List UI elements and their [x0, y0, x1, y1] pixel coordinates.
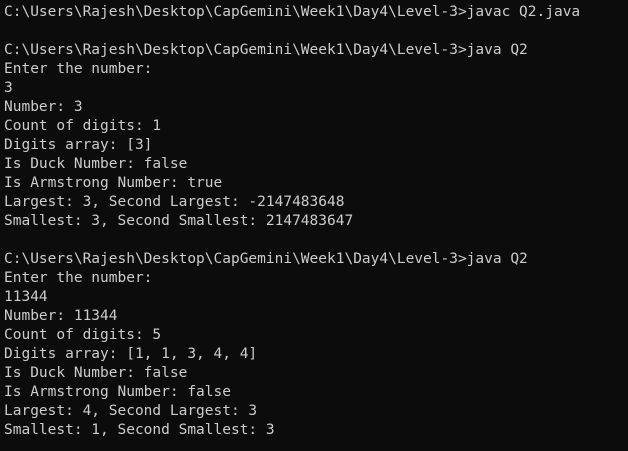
output-line: Is Armstrong Number: true	[4, 175, 223, 191]
output-line: Is Duck Number: false	[4, 156, 188, 172]
output-line: Enter the number:	[4, 270, 153, 286]
output-line: Is Armstrong Number: false	[4, 384, 231, 400]
output-line: Count of digits: 5	[4, 327, 162, 343]
input-line: 3	[4, 80, 13, 96]
input-line: 11344	[4, 289, 48, 305]
output-line: Smallest: 3, Second Smallest: 2147483647	[4, 213, 354, 229]
output-line: Count of digits: 1	[4, 118, 162, 134]
command-line: C:\Users\Rajesh\Desktop\CapGemini\Week1\…	[4, 4, 581, 20]
output-line: Smallest: 1, Second Smallest: 3	[4, 422, 275, 438]
terminal-output[interactable]: C:\Users\Rajesh\Desktop\CapGemini\Week1\…	[0, 0, 628, 451]
output-line: Number: 3	[4, 99, 83, 115]
output-line: Largest: 4, Second Largest: 3	[4, 403, 258, 419]
command-line: C:\Users\Rajesh\Desktop\CapGemini\Week1\…	[4, 251, 528, 267]
output-line: Digits array: [1, 1, 3, 4, 4]	[4, 346, 258, 362]
output-line: Number: 11344	[4, 308, 118, 324]
output-line: Is Duck Number: false	[4, 365, 188, 381]
output-line: Enter the number:	[4, 61, 153, 77]
output-line: Largest: 3, Second Largest: -2147483648	[4, 194, 345, 210]
command-line: C:\Users\Rajesh\Desktop\CapGemini\Week1\…	[4, 42, 528, 58]
output-line: Digits array: [3]	[4, 137, 153, 153]
